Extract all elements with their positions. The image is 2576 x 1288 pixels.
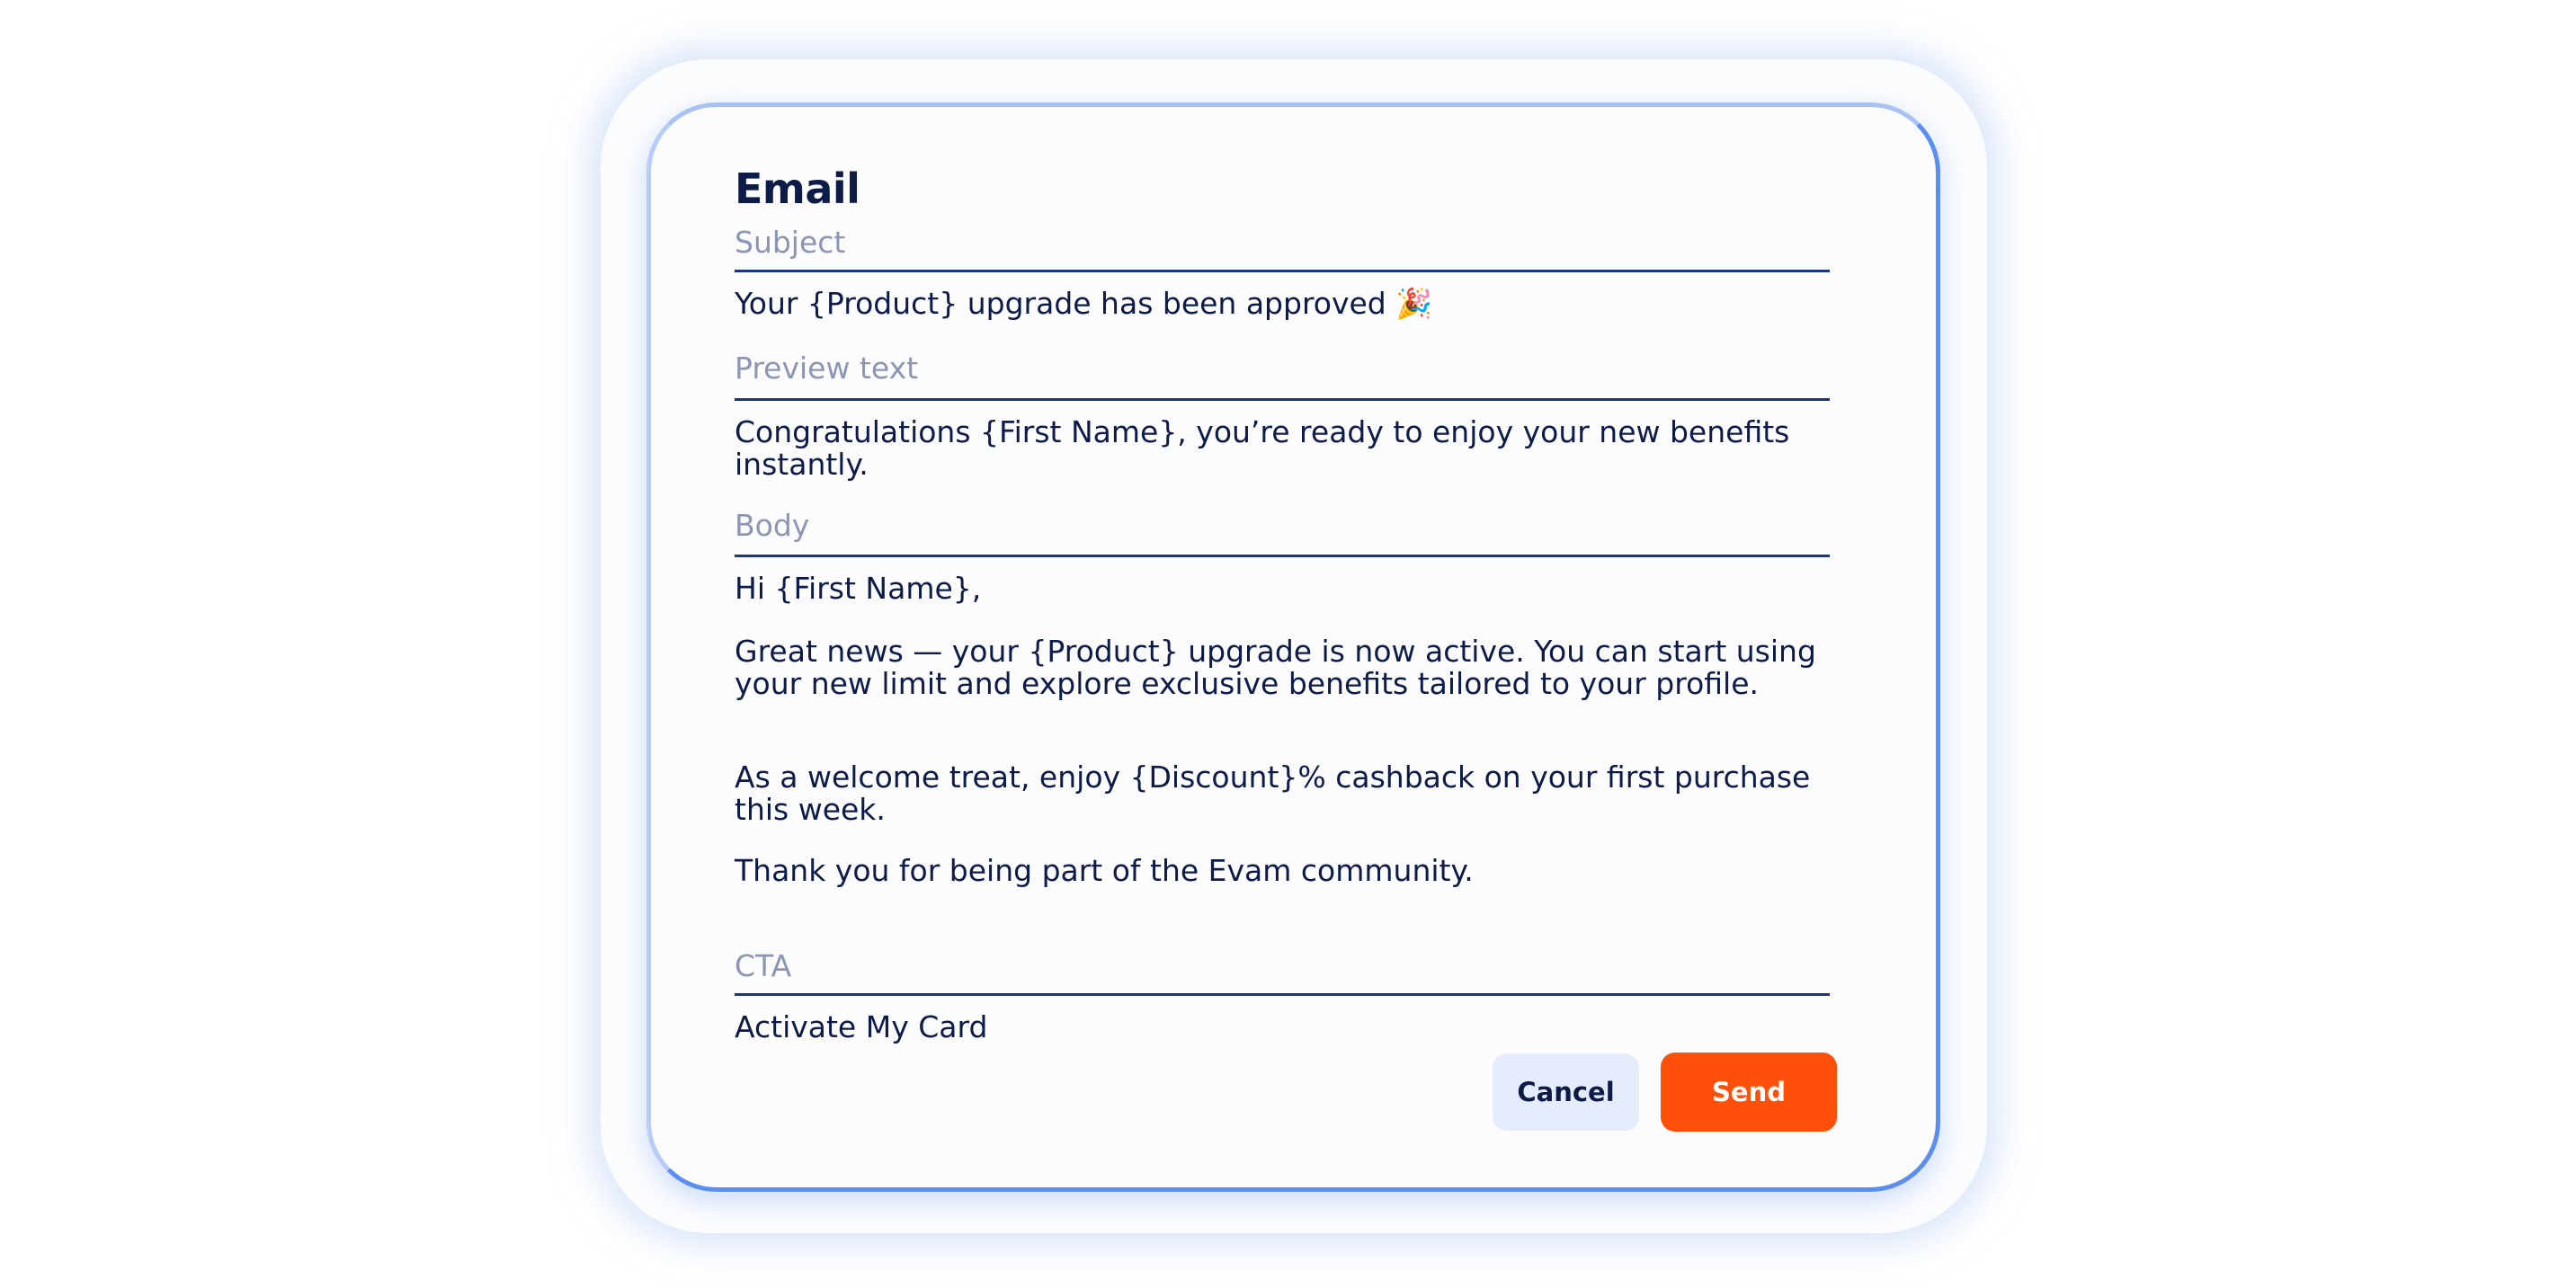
cancel-button[interactable]: Cancel <box>1493 1053 1639 1131</box>
body-paragraph-news[interactable]: Great news — your {Product} upgrade is n… <box>735 635 1850 700</box>
preview-text-underline <box>735 398 1830 401</box>
body-label: Body <box>735 508 810 543</box>
subject-underline <box>735 270 1830 272</box>
send-button[interactable]: Send <box>1661 1053 1837 1132</box>
cta-label: CTA <box>735 948 792 983</box>
body-paragraph-offer[interactable]: As a welcome treat, enjoy {Discount}% ca… <box>735 761 1850 826</box>
preview-text-label: Preview text <box>735 351 919 386</box>
cta-underline <box>735 993 1830 996</box>
page-title: Email <box>735 164 860 213</box>
subject-field[interactable]: Your {Product} upgrade has been approved… <box>735 288 1850 320</box>
subject-label: Subject <box>735 225 846 260</box>
body-paragraph-greeting[interactable]: Hi {First Name}, <box>735 573 1850 605</box>
body-underline <box>735 555 1830 557</box>
cta-field[interactable]: Activate My Card <box>735 1011 1850 1044</box>
preview-text-field[interactable]: Congratulations {First Name}, you’re rea… <box>735 416 1850 481</box>
body-paragraph-thanks[interactable]: Thank you for being part of the Evam com… <box>735 855 1850 887</box>
